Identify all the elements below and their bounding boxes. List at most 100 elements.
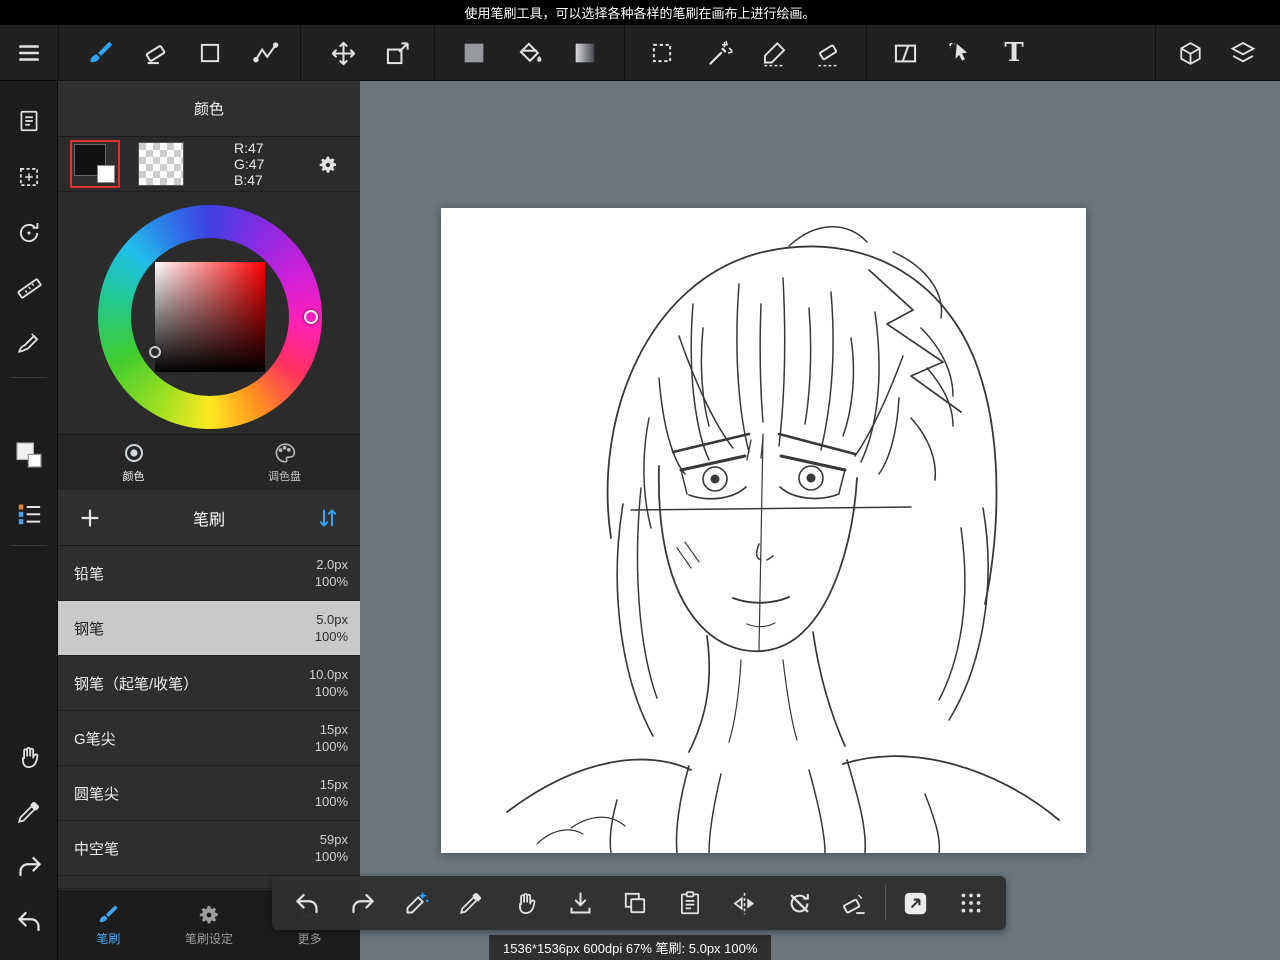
top-toolbar: T <box>0 25 1280 81</box>
grid-menu-button[interactable] <box>943 881 998 925</box>
add-brush-button[interactable] <box>72 500 108 536</box>
brush-item-g-nib[interactable]: G笔尖 15px 100% <box>58 711 360 766</box>
brush-name: G笔尖 <box>74 730 116 748</box>
more-tab-label: 更多 <box>297 931 322 946</box>
gradient-tool-button[interactable] <box>563 31 607 75</box>
hand-tool-button[interactable] <box>7 735 51 779</box>
tab-palette[interactable]: 调色盘 <box>209 435 360 490</box>
correction-pen-button[interactable] <box>389 881 444 925</box>
saturation-value-square[interactable] <box>155 262 265 372</box>
brush-item-pen-inout[interactable]: 钢笔（起笔/收笔） 10.0px 100% <box>58 656 360 711</box>
brush-size: 15px <box>319 777 348 792</box>
sort-brushes-button[interactable] <box>310 500 346 536</box>
control-point-icon <box>252 40 279 67</box>
select-eraser-tool-button[interactable] <box>806 31 850 75</box>
hand-button-floating[interactable] <box>499 881 554 925</box>
rgb-readout: R:47 G:47 B:47 <box>234 140 264 188</box>
current-color-swatch-button[interactable] <box>452 31 496 75</box>
brush-icon <box>87 40 114 67</box>
clear-icon <box>841 890 868 917</box>
brush-name: 钢笔（起笔/收笔） <box>74 675 199 693</box>
tab-color[interactable]: 颜色 <box>58 435 209 490</box>
brush-item-pen[interactable]: 钢笔 5.0px 100% <box>58 601 360 656</box>
toolbar-separator <box>434 25 435 81</box>
color-tab-icon <box>122 441 146 465</box>
copy-button[interactable] <box>608 881 663 925</box>
undo-button[interactable] <box>7 899 51 943</box>
reset-rotation-button[interactable] <box>772 881 827 925</box>
save-button[interactable] <box>553 881 608 925</box>
color-panel: 颜色 R:47 G:47 B:47 颜色 调色盘 <box>58 81 360 490</box>
foreground-color-swatch[interactable] <box>70 140 120 188</box>
eraser-tool-button[interactable] <box>133 31 177 75</box>
rgb-g-value: G:47 <box>234 156 265 172</box>
select-cursor-tool-button[interactable] <box>938 31 982 75</box>
select-pen-tool-button[interactable] <box>752 31 796 75</box>
rotate-view-icon <box>16 220 42 246</box>
select-pen-icon <box>761 40 788 67</box>
rotate-view-button[interactable] <box>7 211 51 255</box>
undo-icon <box>294 890 321 917</box>
undo-button-floating[interactable] <box>280 881 335 925</box>
draw-tool-icon <box>16 329 42 355</box>
magic-wand-tool-button[interactable] <box>698 31 742 75</box>
brush-item-pencil[interactable]: 铅笔 2.0px 100% <box>58 546 360 601</box>
floating-toolbar-separator <box>884 885 886 921</box>
brush-size: 5.0px <box>316 612 348 627</box>
redo-button[interactable] <box>7 844 51 888</box>
undo-icon <box>16 908 43 935</box>
redo-icon <box>349 890 376 917</box>
color-wheel[interactable] <box>98 205 322 429</box>
reset-rotation-icon <box>786 890 813 917</box>
toolbar-separator <box>1155 25 1156 81</box>
control-point-tool-button[interactable] <box>243 31 287 75</box>
paste-button[interactable] <box>663 881 718 925</box>
toolbar-separator <box>300 25 301 81</box>
rgb-b-value: B:47 <box>234 172 263 188</box>
select-move-button[interactable] <box>7 155 51 199</box>
hint-bar: 使用笔刷工具，可以选择各种各样的笔刷在画布上进行绘画。 <box>0 0 1280 25</box>
fill-bucket-tool-button[interactable] <box>508 31 552 75</box>
eyedropper-button-floating[interactable] <box>444 881 499 925</box>
brush-size: 2.0px <box>316 557 348 572</box>
clear-button[interactable] <box>827 881 882 925</box>
color-settings-button[interactable] <box>312 149 344 181</box>
brush-name: 铅笔 <box>74 565 105 583</box>
select-move-icon <box>16 164 42 190</box>
current-color-button[interactable] <box>7 433 51 477</box>
hue-indicator[interactable] <box>304 310 318 324</box>
shape-tool-button[interactable] <box>188 31 232 75</box>
menu-button[interactable] <box>7 31 51 75</box>
open-window-button[interactable] <box>889 881 944 925</box>
eyedropper-tool-button[interactable] <box>7 790 51 834</box>
materials-cube-icon <box>1177 40 1204 67</box>
select-rectangle-tool-button[interactable] <box>640 31 684 75</box>
materials-button[interactable] <box>1168 31 1212 75</box>
brush-item-hollow-pen[interactable]: 中空笔 59px 100% <box>58 821 360 876</box>
eyedropper-icon <box>458 890 484 916</box>
palette-tab-label: 调色盘 <box>268 471 301 483</box>
pages-button[interactable] <box>7 99 51 143</box>
brush-opacity: 100% <box>314 574 348 589</box>
flip-horizontal-button[interactable] <box>718 881 773 925</box>
tab-brush-settings[interactable]: 笔刷设定 <box>159 890 260 960</box>
draw-tool-button[interactable] <box>7 320 51 364</box>
tab-brush[interactable]: 笔刷 <box>58 890 159 960</box>
layers-button[interactable] <box>1221 31 1265 75</box>
text-tool-button[interactable]: T <box>992 31 1036 75</box>
grid-dots-icon <box>958 890 984 916</box>
canvas[interactable] <box>441 208 1086 853</box>
transform-tool-button[interactable] <box>375 31 419 75</box>
divide-panel-tool-button[interactable] <box>883 31 927 75</box>
brush-item-round-nib[interactable]: 圆笔尖 15px 100% <box>58 766 360 821</box>
saturation-value-indicator[interactable] <box>149 346 161 358</box>
brush-list-button[interactable] <box>7 491 51 535</box>
ruler-button[interactable] <box>7 266 51 310</box>
canvas-area[interactable] <box>360 81 1280 960</box>
flip-horizontal-icon <box>731 890 758 917</box>
redo-button-floating[interactable] <box>335 881 390 925</box>
move-tool-button[interactable] <box>321 31 365 75</box>
transparent-color-swatch[interactable] <box>138 142 184 186</box>
brush-tool-button[interactable] <box>78 31 122 75</box>
gradient-icon <box>571 39 599 67</box>
